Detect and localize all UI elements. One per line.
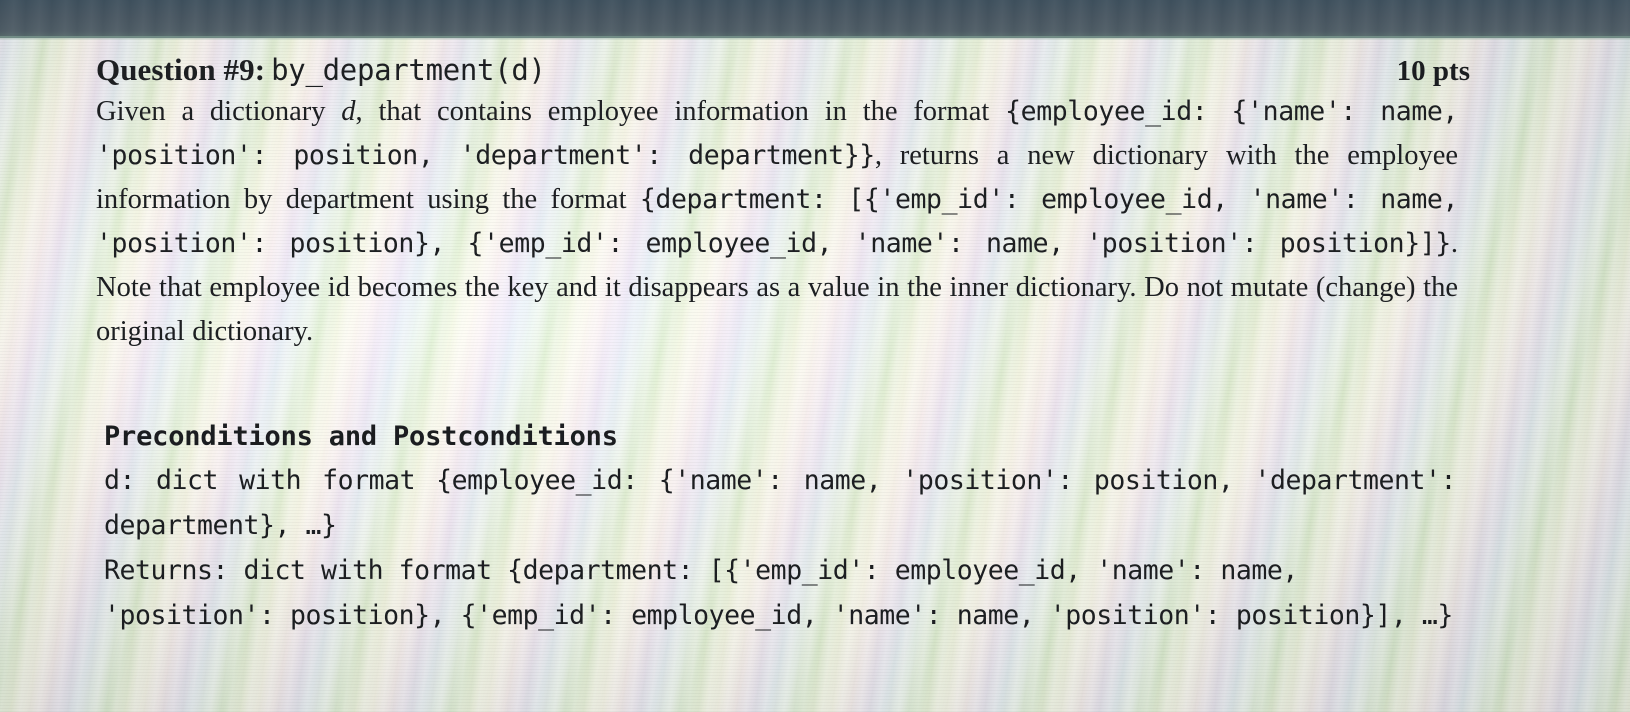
desc-segment-1: Given a dictionary: [96, 96, 342, 127]
precondition-d-line: d: dict with format {employee_id: {'name…: [104, 465, 1456, 541]
postcondition-returns-line: Returns: dict with format {department: […: [104, 555, 1453, 631]
question-header: Question #9: by_department(d) 10 pts: [96, 52, 1556, 88]
preconditions-heading: Preconditions and Postconditions: [104, 421, 618, 452]
question-content: Question #9: by_department(d) 10 pts Give…: [0, 38, 1630, 712]
question-function-signature: by_department(d): [271, 53, 546, 87]
question-description: Given a dictionary d, that contains empl…: [96, 90, 1458, 354]
top-chrome-bar: [0, 0, 1630, 38]
question-points-badge: 10 pts: [1396, 55, 1470, 87]
desc-segment-2: , that contains employee information in …: [355, 96, 1006, 127]
screenshot-root: Question #9: by_department(d) 10 pts Give…: [0, 0, 1630, 712]
preconditions-block: d: dict with format {employee_id: {'name…: [104, 458, 1456, 638]
desc-variable-d: d: [341, 96, 356, 127]
question-number-label: Question #9:: [96, 52, 266, 87]
question-title: Question #9: by_department(d): [96, 52, 546, 88]
top-bar-sheen: [0, 0, 1630, 38]
